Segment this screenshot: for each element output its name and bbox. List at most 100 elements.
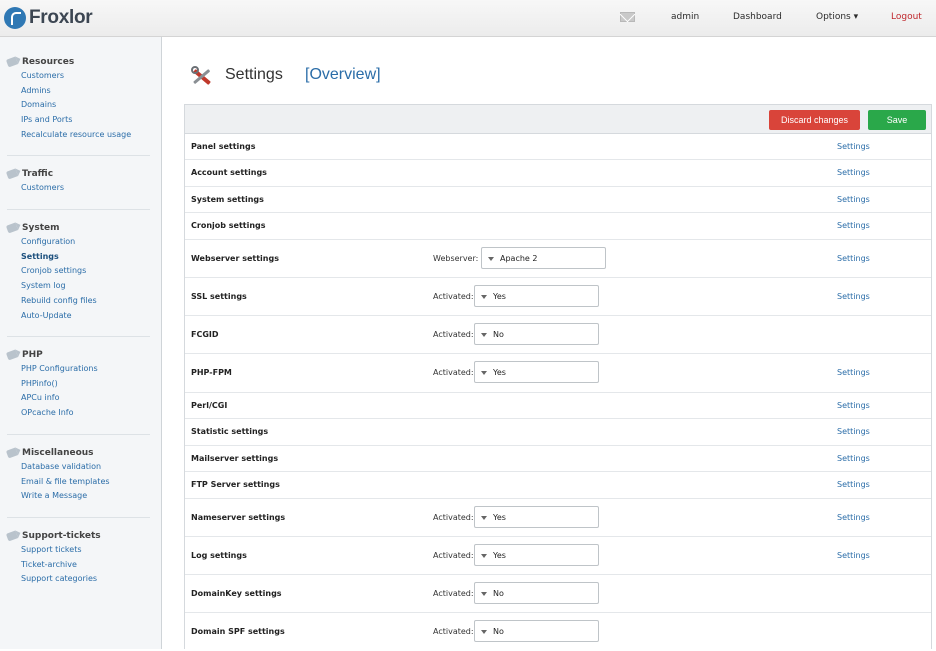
sidebar-group-resources: Resources Customers Admins Domains IPs a… (0, 55, 162, 143)
sidebar-group-support-tickets: Support-tickets Support tickets Ticket-a… (0, 529, 162, 587)
settings-link[interactable]: Settings (837, 368, 870, 377)
sidebar-item-ticket-archive[interactable]: Ticket-archive (0, 558, 162, 573)
ssl-activated-select[interactable]: Yes (474, 285, 599, 307)
settings-row-mailserver: Mailserver settings Settings (185, 446, 931, 472)
select-value: No (493, 589, 504, 598)
settings-link[interactable]: Settings (837, 195, 870, 204)
field-label: Activated: (433, 589, 474, 598)
field-label: Activated: (433, 551, 474, 560)
sidebar-item-cronjob-settings[interactable]: Cronjob settings (0, 264, 162, 279)
sidebar-item-opcache-info[interactable]: OPcache Info (0, 406, 162, 421)
row-label: Cronjob settings (191, 221, 266, 230)
sidebar-item-ips-and-ports[interactable]: IPs and Ports (0, 113, 162, 128)
row-label: System settings (191, 195, 264, 204)
field-label: Activated: (433, 627, 474, 636)
sidebar-item-domains[interactable]: Domains (0, 98, 162, 113)
row-label: Log settings (191, 551, 247, 560)
sidebar-divider (7, 155, 150, 156)
sidebar-group-header: System (0, 221, 162, 235)
select-value: Yes (493, 551, 506, 560)
mail-icon[interactable] (620, 12, 635, 22)
row-label: Account settings (191, 168, 267, 177)
sidebar-item-php-configurations[interactable]: PHP Configurations (0, 362, 162, 377)
sidebar-item-customers[interactable]: Customers (0, 69, 162, 84)
nav-dashboard[interactable]: Dashboard (733, 12, 782, 22)
nameserver-activated-select[interactable]: Yes (474, 506, 599, 528)
settings-link[interactable]: Settings (837, 401, 870, 410)
settings-link[interactable]: Settings (837, 454, 870, 463)
sidebar-item-phpinfo[interactable]: PHPinfo() (0, 377, 162, 392)
panel-toolbar: Discard changes Save (185, 105, 931, 134)
sidebar-group-php: PHP PHP Configurations PHPinfo() APCu in… (0, 348, 162, 421)
settings-row-statistic: Statistic settings Settings (185, 419, 931, 446)
sidebar-item-apcu-info[interactable]: APCu info (0, 391, 162, 406)
row-label: Nameserver settings (191, 513, 286, 522)
row-label: PHP-FPM (191, 368, 232, 377)
discard-changes-button[interactable]: Discard changes (769, 110, 860, 130)
chevron-down-icon (481, 371, 487, 375)
sidebar-divider (7, 434, 150, 435)
settings-link[interactable]: Settings (837, 551, 870, 560)
domainkey-activated-select[interactable]: No (474, 582, 599, 604)
sidebar-item-write-message[interactable]: Write a Message (0, 489, 162, 504)
sidebar-item-settings[interactable]: Settings (0, 250, 162, 265)
sidebar-group-miscellaneous: Miscellaneous Database validation Email … (0, 446, 162, 504)
sidebar-item-configuration[interactable]: Configuration (0, 235, 162, 250)
settings-row-log: Log settings Activated: Yes Settings (185, 537, 931, 575)
top-bar: Froxlor admin Dashboard Options ▾ Logout (0, 0, 936, 37)
sidebar-item-admins[interactable]: Admins (0, 84, 162, 99)
sidebar-group-traffic: Traffic Customers (0, 167, 162, 196)
nav-options[interactable]: Options ▾ (816, 12, 858, 22)
row-label: Domain SPF settings (191, 627, 285, 636)
froxlor-logo[interactable]: Froxlor (4, 7, 93, 29)
sidebar-item-database-validation[interactable]: Database validation (0, 460, 162, 475)
settings-row-fcgid: FCGID Activated: No (185, 316, 931, 354)
row-label: FCGID (191, 330, 219, 339)
domain-spf-activated-select[interactable]: No (474, 620, 599, 642)
sidebar-item-traffic-customers[interactable]: Customers (0, 181, 162, 196)
sidebar-item-email-file-templates[interactable]: Email & file templates (0, 475, 162, 490)
select-value: Yes (493, 292, 506, 301)
settings-link[interactable]: Settings (837, 292, 870, 301)
select-value: No (493, 330, 504, 339)
settings-row-perl-cgi: Perl/CGI Settings (185, 393, 931, 419)
webserver-select[interactable]: Apache 2 (481, 247, 606, 269)
sidebar-group-title: Resources (22, 57, 75, 67)
nav-user[interactable]: admin (671, 12, 699, 22)
settings-link[interactable]: Settings (837, 480, 870, 489)
sidebar-item-rebuild-config[interactable]: Rebuild config files (0, 294, 162, 309)
settings-link[interactable]: Settings (837, 168, 870, 177)
chevron-down-icon (488, 257, 494, 261)
row-label: Statistic settings (191, 427, 269, 436)
row-label: Mailserver settings (191, 454, 279, 463)
sidebar-item-system-log[interactable]: System log (0, 279, 162, 294)
settings-link[interactable]: Settings (837, 513, 870, 522)
settings-link[interactable]: Settings (837, 427, 870, 436)
app-name: Froxlor (29, 7, 93, 28)
sidebar-group-header: Resources (0, 55, 162, 69)
field-label: Activated: (433, 292, 474, 301)
nav-logout[interactable]: Logout (891, 12, 922, 22)
settings-link[interactable]: Settings (837, 254, 870, 263)
settings-row-ssl: SSL settings Activated: Yes Settings (185, 278, 931, 316)
fcgid-activated-select[interactable]: No (474, 323, 599, 345)
settings-link[interactable]: Settings (837, 221, 870, 230)
sidebar-item-recalculate[interactable]: Recalculate resource usage (0, 128, 162, 143)
sidebar-item-support-tickets[interactable]: Support tickets (0, 543, 162, 558)
php-fpm-activated-select[interactable]: Yes (474, 361, 599, 383)
settings-link[interactable]: Settings (837, 142, 870, 151)
tag-icon (5, 447, 19, 459)
log-activated-select[interactable]: Yes (474, 544, 599, 566)
chevron-down-icon (481, 333, 487, 337)
sidebar-divider (7, 209, 150, 210)
tag-icon (5, 349, 19, 361)
save-button[interactable]: Save (868, 110, 926, 130)
sidebar-group-header: Miscellaneous (0, 446, 162, 460)
sidebar-group-title: Traffic (22, 169, 54, 179)
sidebar-item-auto-update[interactable]: Auto-Update (0, 309, 162, 324)
sidebar-item-support-categories[interactable]: Support categories (0, 572, 162, 587)
sidebar-group-title: System (22, 223, 60, 233)
overview-link[interactable]: [Overview] (305, 66, 381, 84)
settings-row-webserver: Webserver settings Webserver: Apache 2 S… (185, 240, 931, 278)
row-label: FTP Server settings (191, 480, 280, 489)
